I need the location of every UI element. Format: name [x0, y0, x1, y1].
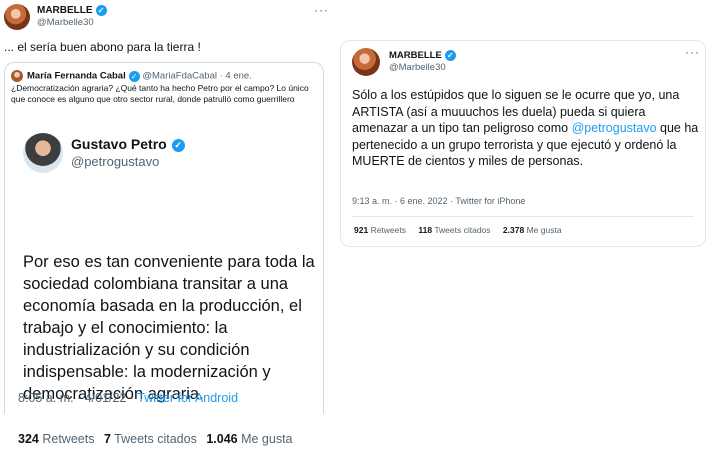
screenshot-author-name: Gustavo Petro ✓: [71, 136, 185, 152]
quotes-label[interactable]: Tweets citados: [114, 432, 197, 446]
quote-header: María Fernanda Cabal ✓ @MariaFdaCabal · 4…: [11, 70, 252, 82]
tweet-text: Sólo a los estúpidos que lo siguen se le…: [352, 87, 702, 170]
author-name-text[interactable]: MARBELLE: [37, 5, 93, 16]
verified-badge-icon: ✓: [128, 70, 140, 82]
quote-avatar[interactable]: [11, 70, 23, 82]
verified-badge-icon: ✓: [171, 138, 185, 152]
screenshot-meta: 8:05 a. m. · 4/01/22 · Twitter for Andro…: [18, 391, 238, 405]
quotes-count[interactable]: 7: [104, 432, 111, 446]
author-name[interactable]: MARBELLE ✓: [37, 5, 107, 16]
retweets-count[interactable]: 921: [354, 225, 368, 235]
author-handle[interactable]: @Marbelle30: [389, 62, 446, 73]
quote-author-name[interactable]: María Fernanda Cabal: [27, 71, 126, 82]
author-name-text[interactable]: MARBELLE: [389, 50, 442, 61]
divider: [352, 216, 694, 217]
retweets-count[interactable]: 324: [18, 432, 39, 446]
right-tweet: MARBELLE ✓ @Marbelle30 ··· Sólo a los est…: [340, 40, 706, 247]
embedded-tweet-screenshot: Gustavo Petro ✓ @petrogustavo Por eso es …: [15, 123, 315, 414]
verified-badge-icon: ✓: [444, 50, 456, 61]
screenshot-author-name-text: Gustavo Petro: [71, 136, 167, 152]
quote-time[interactable]: · 4 ene.: [220, 71, 252, 82]
retweets-label[interactable]: Retweets: [42, 432, 94, 446]
quote-author-handle[interactable]: @MariaFdaCabal: [142, 71, 217, 82]
quotes-count[interactable]: 118: [418, 225, 432, 235]
screenshot-source: Twitter for Android: [137, 391, 239, 405]
tweet-text: ... el sería buen abono para la tierra !: [4, 40, 201, 54]
verified-badge-icon: ✓: [95, 5, 107, 16]
retweets-label[interactable]: Retweets: [371, 225, 406, 235]
likes-label[interactable]: Me gusta: [527, 225, 562, 235]
likes-label[interactable]: Me gusta: [241, 432, 292, 446]
screenshot-time: 8:05 a. m. · 4/01/22 ·: [18, 391, 138, 405]
more-options-icon[interactable]: ···: [314, 3, 329, 17]
avatar[interactable]: [352, 48, 380, 76]
tweet-stats: 921 Retweets 118 Tweets citados 2.378 Me…: [354, 225, 572, 235]
screenshot-tweet-text: Por eso es tan conveniente para toda la …: [23, 253, 315, 403]
left-tweet: MARBELLE ✓ @Marbelle30 ··· ... el sería b…: [0, 0, 334, 454]
likes-count[interactable]: 1.046: [206, 432, 237, 446]
author-name[interactable]: MARBELLE ✓: [389, 50, 456, 61]
avatar[interactable]: [4, 4, 30, 30]
quotes-label[interactable]: Tweets citados: [434, 225, 490, 235]
quoted-tweet-card[interactable]: María Fernanda Cabal ✓ @MariaFdaCabal · 4…: [4, 62, 324, 414]
mention-link[interactable]: @petrogustavo: [572, 121, 657, 135]
tweet-stats: 324 Retweets 7 Tweets citados 1.046 Me g…: [18, 432, 299, 446]
quote-text: ¿Democratización agraria? ¿Qué tanto ha …: [11, 83, 309, 104]
more-options-icon[interactable]: ···: [685, 45, 700, 59]
author-handle[interactable]: @Marbelle30: [37, 17, 94, 28]
screenshot-author-handle: @petrogustavo: [71, 154, 160, 169]
likes-count[interactable]: 2.378: [503, 225, 524, 235]
tweet-timestamp[interactable]: 9:13 a. m. · 6 ene. 2022 · Twitter for i…: [352, 196, 525, 206]
screenshot-avatar: [23, 133, 63, 173]
